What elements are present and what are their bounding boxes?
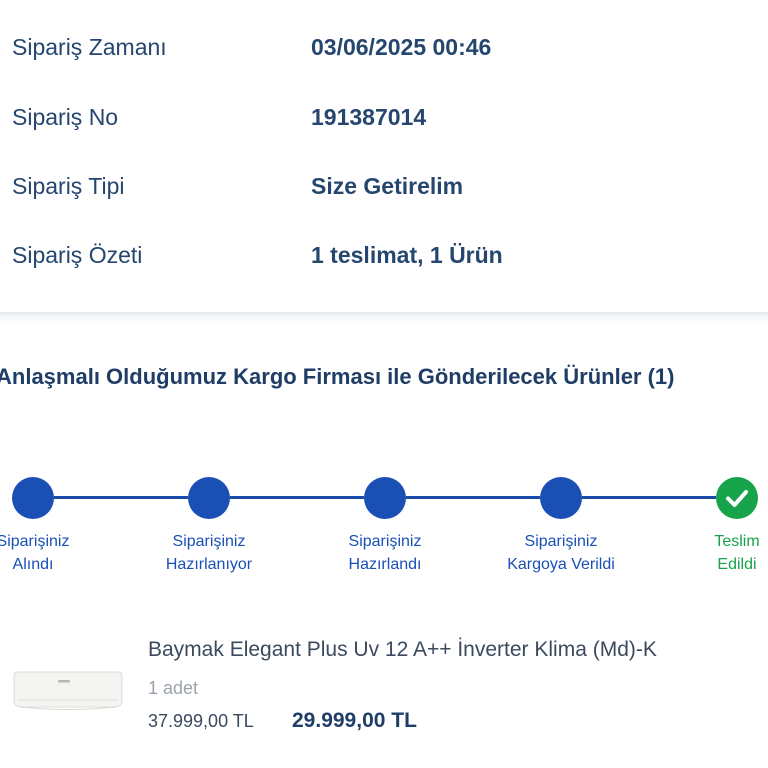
order-summary-row: Sipariş Özeti 1 teslimat, 1 Ürün (0, 235, 768, 275)
order-summary-label: Sipariş Özeti (12, 241, 143, 268)
step-preparing-label: Siparişiniz Hazırlanıyor (165, 533, 253, 573)
step-shipped-dot (540, 477, 582, 519)
order-number-row: Sipariş No 191387014 (0, 97, 768, 137)
track-connector (230, 496, 364, 499)
track-connector (582, 496, 716, 499)
product-price: 29.999,00 TL (292, 709, 417, 732)
step-received-dot (12, 477, 54, 519)
order-type-value: Size Getirelim (311, 172, 464, 199)
order-number-label: Sipariş No (12, 103, 119, 130)
step-shipped-label: Siparişiniz Kargoya Verildi (507, 533, 615, 573)
product-old-price: 37.999,00 TL (148, 711, 254, 731)
air-conditioner-image[interactable] (10, 666, 126, 714)
order-type-label: Sipariş Tipi (12, 172, 125, 199)
step-delivered-label: Teslim Edildi (714, 533, 760, 573)
product-item[interactable]: Baymak Elegant Plus Uv 12 A++ İnverter K… (0, 628, 768, 758)
section-divider (0, 312, 768, 326)
order-time-row: Sipariş Zamanı 03/06/2025 00:46 (0, 27, 768, 67)
step-delivered-dot (716, 477, 758, 519)
step-received-label: Siparişiniz Alındı (0, 533, 70, 573)
track-connector (54, 496, 188, 499)
order-info-section: Sipariş Zamanı 03/06/2025 00:46 Sipariş … (0, 0, 768, 312)
order-number-value: 191387014 (311, 103, 427, 130)
order-type-row: Sipariş Tipi Size Getirelim (0, 166, 768, 206)
product-name[interactable]: Baymak Elegant Plus Uv 12 A++ İnverter K… (148, 638, 657, 662)
order-summary-value: 1 teslimat, 1 Ürün (311, 241, 503, 268)
checkmark-icon (726, 490, 748, 507)
order-time-value: 03/06/2025 00:46 (311, 33, 492, 60)
step-prepared-dot (364, 477, 406, 519)
shipment-section-title: Anlaşmalı Olduğumuz Kargo Firması ile Gö… (0, 364, 675, 389)
track-connector (406, 496, 540, 499)
order-status-tracker: Siparişiniz Alındı Siparişiniz Hazırlanıyo… (0, 470, 768, 590)
product-quantity: 1 adet (148, 678, 199, 698)
step-prepared-label: Siparişiniz Hazırlandı (348, 533, 422, 573)
order-time-label: Sipariş Zamanı (12, 33, 167, 60)
step-preparing-dot (188, 477, 230, 519)
